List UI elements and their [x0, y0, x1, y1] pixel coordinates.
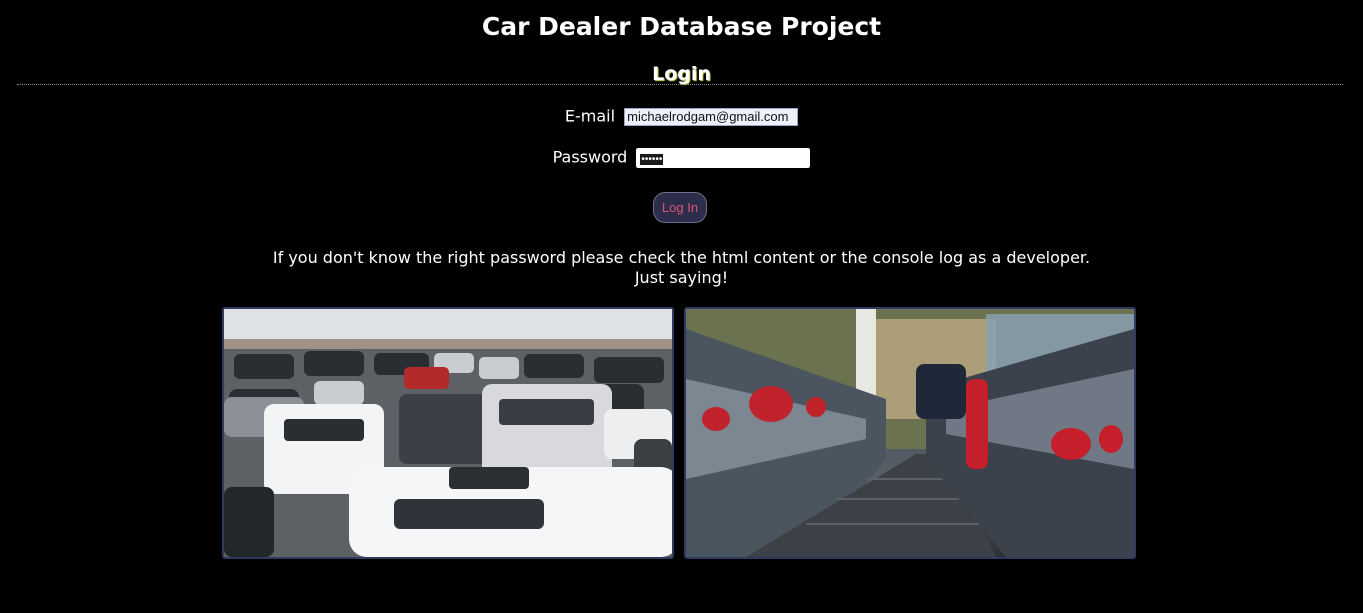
login-heading: Login [652, 63, 711, 85]
header-divider [17, 84, 1343, 85]
email-label: E-mail [564, 106, 616, 126]
app-title: Car Dealer Database Project [481, 12, 882, 41]
car-lot-outdoor-illustration [686, 309, 1134, 557]
login-button[interactable]: Log In [653, 192, 707, 223]
password-field[interactable]: •••••• [635, 146, 812, 169]
password-hint-line-2: Just saying! [634, 268, 729, 287]
email-row: E-mail michaelrodgam@gmail.com [0, 106, 1363, 127]
password-hint: If you don't know the right password ple… [0, 248, 1363, 288]
email-field[interactable]: michaelrodgam@gmail.com [624, 107, 799, 126]
car-lot-outdoor-photo [684, 307, 1136, 559]
car-lot-indoor-illustration [224, 309, 672, 557]
password-row: Password •••••• [0, 146, 1363, 169]
password-masked-value: •••••• [640, 153, 664, 165]
password-hint-line-1: If you don't know the right password ple… [272, 248, 1091, 267]
password-label: Password [552, 147, 628, 167]
car-lot-indoor-photo [222, 307, 674, 559]
login-page: Car Dealer Database Project Login E-mail… [0, 0, 1363, 613]
